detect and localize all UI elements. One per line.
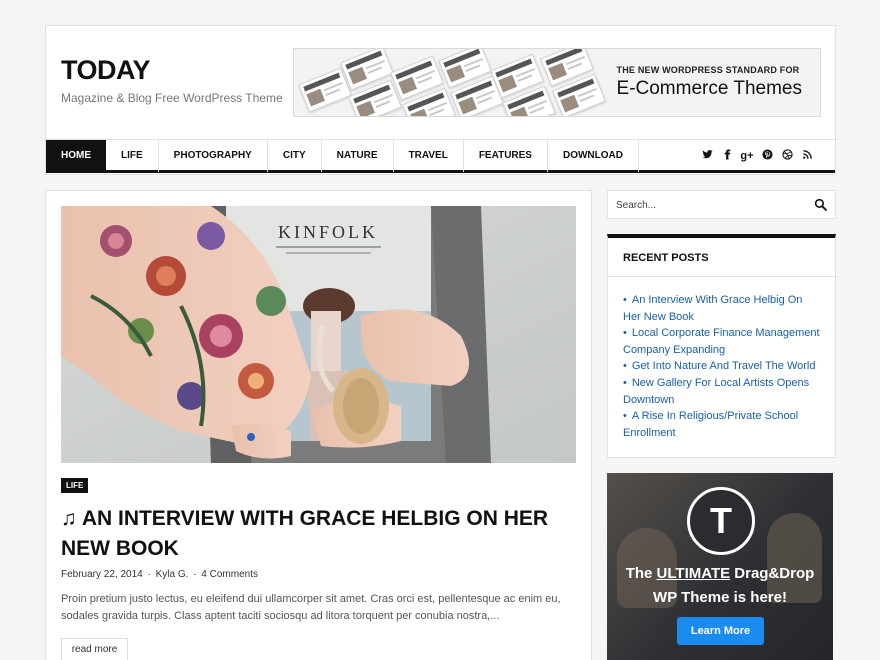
bullet: • <box>623 360 627 373</box>
read-more-button[interactable]: read more <box>61 638 128 660</box>
sidebar-ad-banner[interactable]: T The ULTIMATE Drag&Drop WP Theme is her… <box>607 473 833 660</box>
ad-headline-emphasis: ULTIMATE <box>656 565 731 582</box>
nav-item-features[interactable]: FEATURES <box>464 140 548 172</box>
recent-post-link[interactable]: Local Corporate Finance Management Compa… <box>623 327 820 356</box>
ad-subheadline: WP Theme is here! <box>653 589 787 606</box>
list-item: • Local Corporate Finance Management Comp… <box>623 325 820 358</box>
bullet: • <box>623 327 627 340</box>
nav-item-city[interactable]: CITY <box>268 140 322 172</box>
meta-separator: · <box>147 569 154 580</box>
recent-post-link[interactable]: A Rise In Religious/Private School Enrol… <box>623 410 798 439</box>
nav-item-home[interactable]: HOME <box>46 140 106 172</box>
post-meta: February 22, 2014 · Kyla G. · 4 Comments <box>61 569 260 580</box>
nav-item-life[interactable]: LIFE <box>106 140 159 172</box>
header-ad-banner[interactable]: THE NEW WORDPRESS STANDARD FOR E-Commerc… <box>293 48 821 117</box>
google-plus-icon[interactable]: g+ <box>737 149 757 163</box>
banner-text: THE NEW WORDPRESS STANDARD FOR E-Commerc… <box>617 65 802 100</box>
meta-separator: · <box>193 569 200 580</box>
ad-logo-letter: T <box>710 500 732 541</box>
search-input[interactable] <box>616 197 801 213</box>
post-category-badge[interactable]: LIFE <box>61 478 89 493</box>
nav-item-photography[interactable]: PHOTOGRAPHY <box>159 140 268 172</box>
recent-post-link[interactable]: Get Into Nature And Travel The World <box>632 360 816 372</box>
twitter-icon[interactable] <box>697 149 717 163</box>
list-item: • An Interview With Grace Helbig On Her N… <box>623 292 820 325</box>
dribbble-icon[interactable] <box>777 149 797 163</box>
post-comments-link[interactable]: 4 Comments <box>201 569 258 580</box>
rss-icon[interactable] <box>797 149 817 163</box>
search-widget <box>607 190 836 219</box>
banner-subheading: THE NEW WORDPRESS STANDARD FOR <box>616 65 800 75</box>
post-excerpt: Proin pretium justo lectus, eu eleifend … <box>61 593 561 622</box>
learn-more-button[interactable]: Learn More <box>677 617 764 645</box>
recent-post-link[interactable]: An Interview With Grace Helbig On Her Ne… <box>623 294 802 323</box>
site-logo[interactable]: TODAY Magazine & Blog Free WordPress The… <box>61 54 283 105</box>
site-title[interactable]: TODAY <box>61 54 283 86</box>
list-item: • New Gallery For Local Artists Opens Dow… <box>623 375 820 408</box>
search-icon[interactable] <box>814 198 827 211</box>
banner-heading: E-Commerce Themes <box>616 78 802 99</box>
ad-headline: The ULTIMATE Drag&Drop <box>607 565 833 582</box>
social-links: g+ <box>697 149 817 163</box>
post-date: February 22, 2014 <box>61 569 143 580</box>
list-item: • Get Into Nature And Travel The World <box>623 358 820 375</box>
nav-item-download[interactable]: DOWNLOAD <box>548 140 639 172</box>
recent-post-link[interactable]: New Gallery For Local Artists Opens Down… <box>623 377 809 406</box>
recent-posts-widget: RECENT POSTS • An Interview With Grace He… <box>607 234 836 458</box>
main-content: KINFOLK LIFE ♫ AN INTERVIEW WITH GRACE H… <box>45 190 592 660</box>
pinterest-icon[interactable] <box>757 149 777 163</box>
bullet: • <box>623 376 627 389</box>
music-note-icon: ♫ <box>61 507 77 530</box>
ad-logo: T <box>687 487 755 555</box>
post-title[interactable]: ♫ AN INTERVIEW WITH GRACE HELBIG ON HER … <box>61 504 576 564</box>
ad-headline-suffix: Drag&Drop <box>730 565 815 582</box>
site-header: TODAY Magazine & Blog Free WordPress The… <box>45 25 836 175</box>
recent-posts-title: RECENT POSTS <box>608 238 835 277</box>
site-tagline: Magazine & Blog Free WordPress Theme <box>61 91 283 105</box>
recent-posts-list: • An Interview With Grace Helbig On Her N… <box>608 277 835 441</box>
nav-item-travel[interactable]: TRAVEL <box>394 140 464 172</box>
post-title-text[interactable]: AN INTERVIEW WITH GRACE HELBIG ON HER NE… <box>61 507 548 560</box>
main-navigation: HOME LIFE PHOTOGRAPHY CITY NATURE TRAVEL… <box>46 139 835 173</box>
post-featured-image[interactable]: KINFOLK <box>61 206 576 463</box>
ad-headline-prefix: The <box>625 565 657 582</box>
list-item: • A Rise In Religious/Private School Enro… <box>623 408 820 441</box>
magazine-title-text: KINFOLK <box>278 222 378 242</box>
bullet: • <box>623 410 627 423</box>
facebook-icon[interactable] <box>717 149 737 163</box>
post-author[interactable]: Kyla G. <box>156 569 189 580</box>
nav-item-nature[interactable]: NATURE <box>322 140 394 172</box>
bullet: • <box>623 294 627 306</box>
